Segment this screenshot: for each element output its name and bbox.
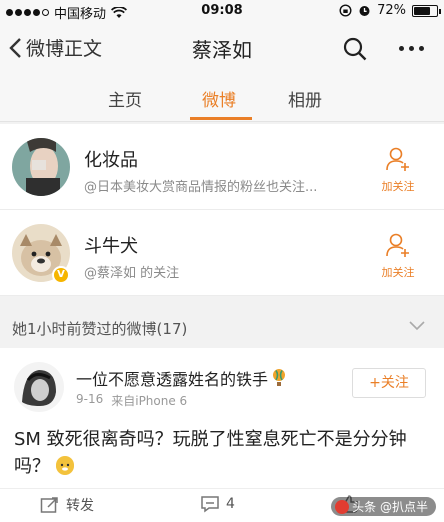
battery-icon [412,4,441,17]
add-user-icon [386,147,409,171]
list-item[interactable]: 化妆品 @日本美妆大赏商品情报的粉丝也关注... 加关注 [0,124,444,210]
chevron-left-icon [9,37,21,58]
active-tab-indicator [190,117,252,120]
user-description: @蔡泽如 的关注 [84,266,180,281]
add-user-icon [386,233,409,257]
doge-emoji-icon [55,456,74,475]
comment-button[interactable]: 4 [200,495,235,513]
follow-author-button[interactable]: +关注 [352,368,426,398]
repost-button[interactable]: 转发 [40,495,94,515]
comment-count: 4 [226,496,235,512]
follow-button[interactable]: 加关注 [372,146,424,194]
post-date: 9-16 [76,392,104,406]
list-item[interactable]: V 斗牛犬 @蔡泽如 的关注 加关注 [0,210,444,296]
watermark-text: 头条 @扒点半 [352,500,428,514]
follow-label: 加关注 [381,180,415,193]
back-button[interactable]: 微博正文 [8,34,102,61]
status-bar: 中国移动 09:08 72% [0,0,444,22]
avatar[interactable] [14,362,64,412]
post-source: 来自iPhone 6 [111,394,188,408]
follow-button[interactable]: 加关注 [372,232,424,280]
verified-badge-icon: V [52,266,70,284]
alarm-icon [359,6,370,16]
chevron-down-icon [409,321,425,331]
author-name: 一位不愿意透露姓名的铁手 [76,370,269,389]
user-name: 化妆品 [84,150,138,171]
toutiao-logo-icon [335,499,350,514]
battery-percent: 72% [377,3,406,18]
repost-icon [40,497,58,513]
back-label: 微博正文 [26,38,103,60]
user-name: 斗牛犬 [84,236,138,257]
liked-posts-header[interactable]: 她1小时前赞过的微博(17) [0,308,444,346]
hot-air-balloon-icon [273,369,286,386]
user-description: @日本美妆大赏商品情报的粉丝也关注... [84,180,318,195]
tab-weibo[interactable]: 微博 [202,86,236,111]
follow-label: 加关注 [381,266,415,279]
comment-icon [201,496,219,513]
post-action-bar: 转发 4 头条 @扒点半 [0,488,444,522]
tab-album[interactable]: 相册 [288,86,322,111]
weibo-post: 一位不愿意透露姓名的铁手 9-16 来自iPhone 6 +关注 SM 致死很离… [0,348,444,488]
section-title: 她1小时前赞过的微博(17) [12,320,188,338]
following-list: 化妆品 @日本美妆大赏商品情报的粉丝也关注... 加关注 V 斗牛犬 @蔡泽如 … [0,124,444,296]
tab-home[interactable]: 主页 [108,86,142,111]
profile-tabs: 主页 微博 相册 [0,74,444,122]
post-content: SM 致死很离奇吗？玩脱了性窒息死亡不是分分钟吗？ [14,426,434,480]
watermark: 头条 @扒点半 [331,497,436,516]
nav-bar: 微博正文 蔡泽如 [0,22,444,74]
rotation-lock-icon [339,4,352,17]
avatar [12,138,70,196]
search-icon[interactable] [342,36,368,62]
more-options-icon[interactable] [399,46,424,51]
repost-label: 转发 [66,498,94,514]
post-meta: 9-16 来自iPhone 6 [76,392,187,409]
post-author[interactable]: 一位不愿意透露姓名的铁手 [76,366,286,390]
